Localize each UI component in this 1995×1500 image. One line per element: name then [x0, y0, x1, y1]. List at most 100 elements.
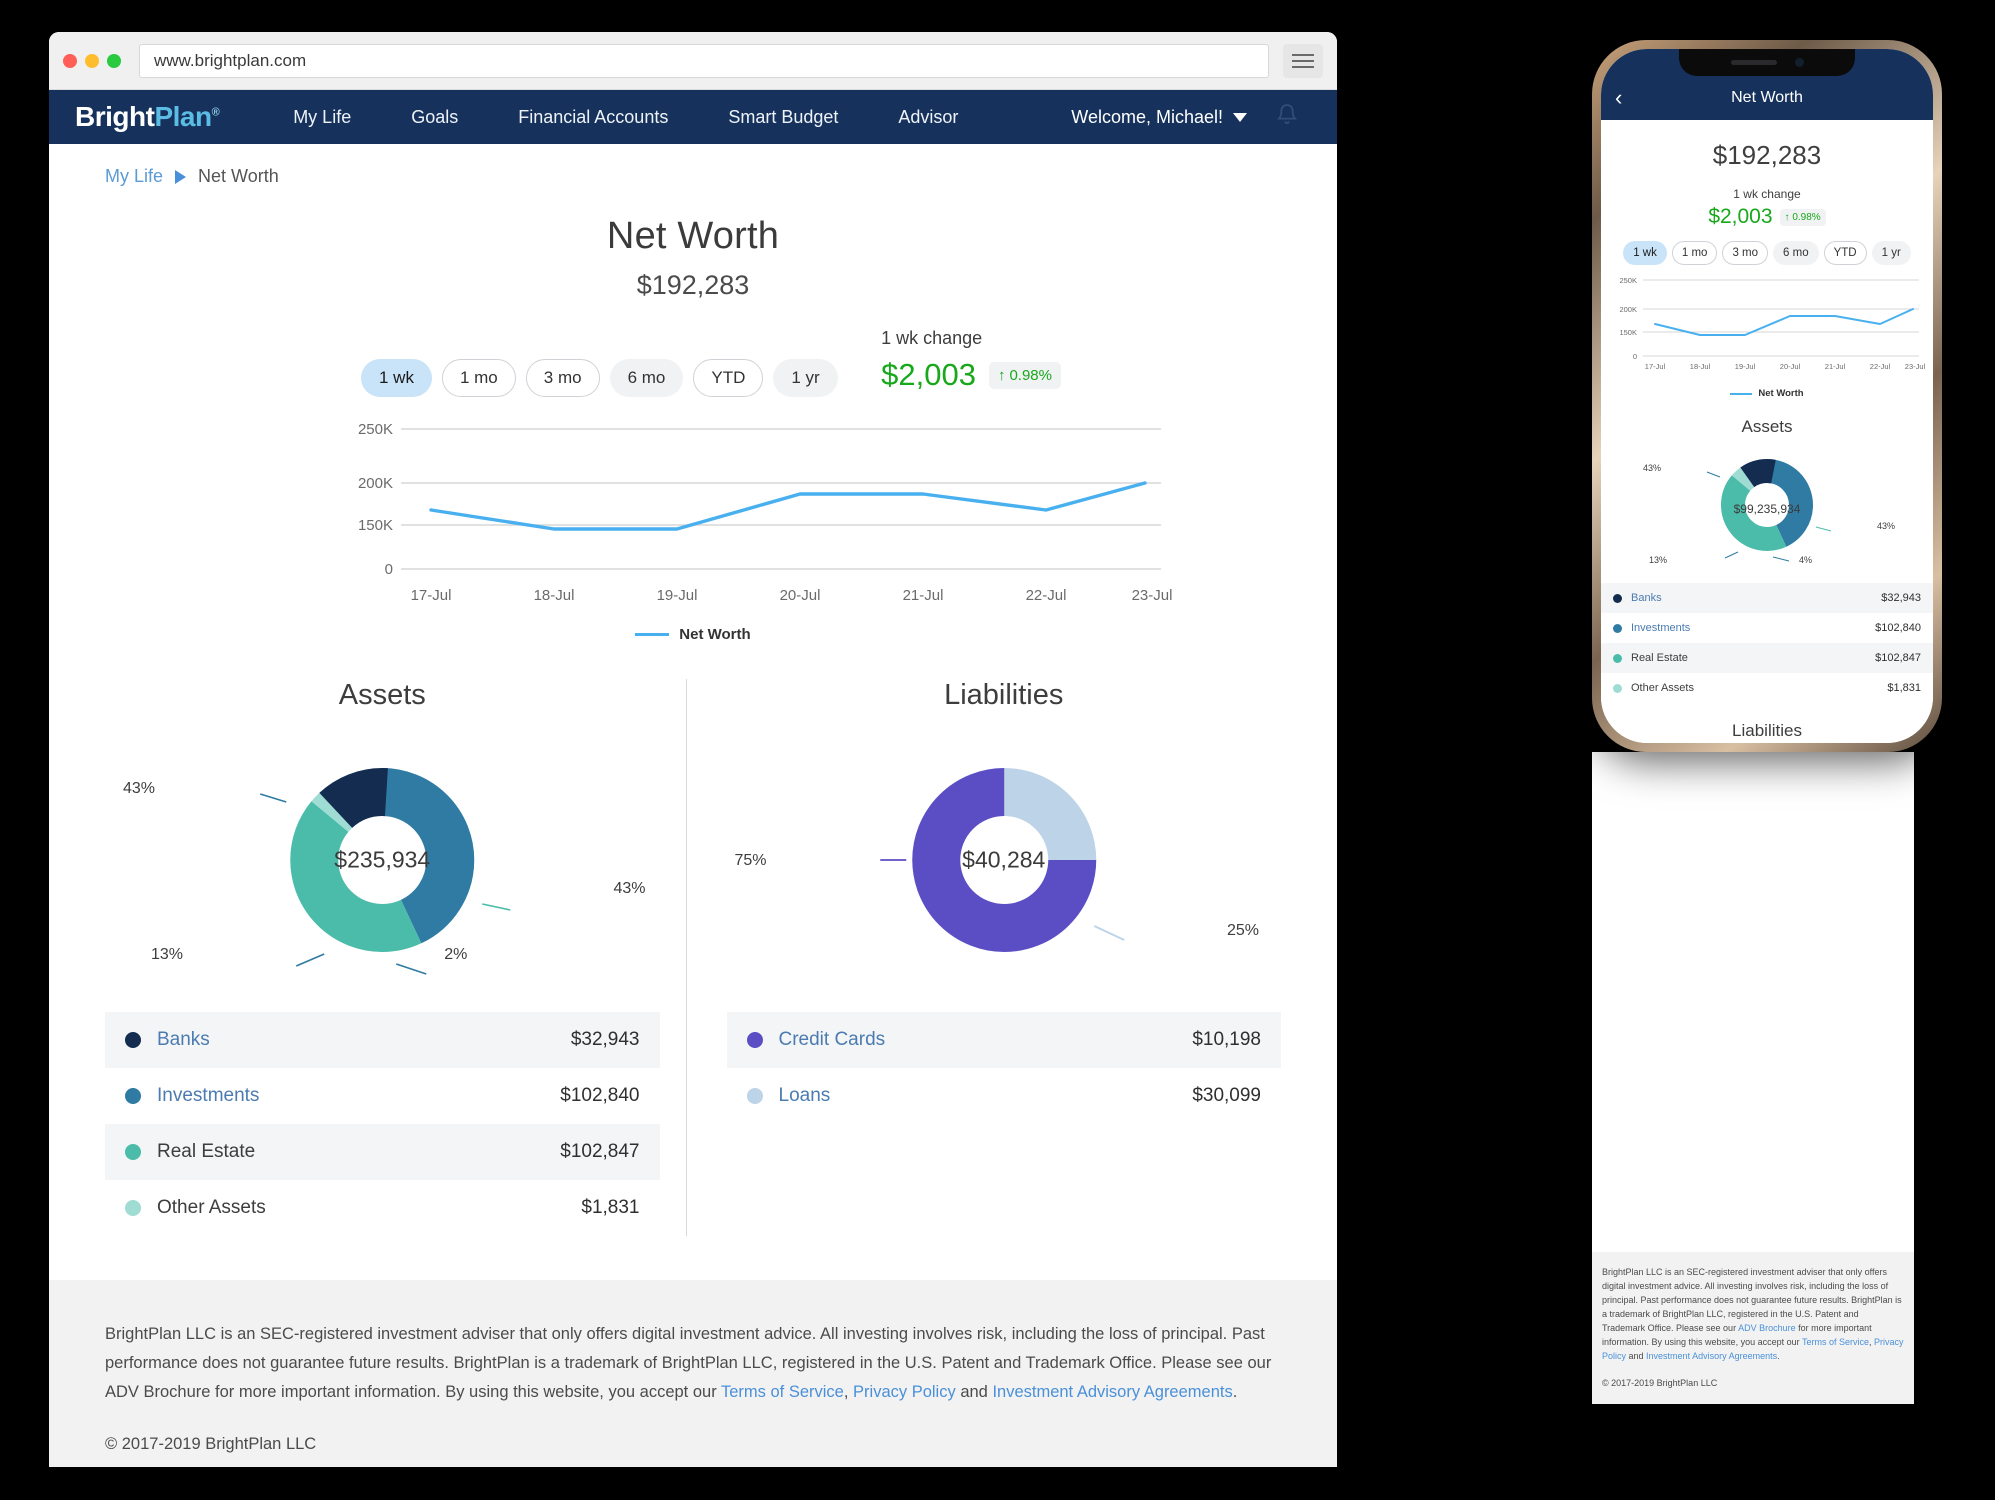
assets-leader-investments	[260, 793, 287, 803]
footer-comma: ,	[843, 1382, 854, 1401]
ytick-200k: 200K	[358, 475, 393, 492]
liabilities-title: Liabilities	[944, 679, 1064, 711]
xtick-22-jul: 22-Jul	[1026, 587, 1067, 604]
nav-item-goals[interactable]: Goals	[381, 107, 488, 128]
m-footer-link-investment-advisory[interactable]: Investment Advisory Agreements	[1646, 1351, 1777, 1361]
table-row[interactable]: Banks $32,943	[105, 1012, 660, 1068]
window-traffic-lights	[63, 53, 121, 68]
list-item[interactable]: Real Estate $102,847	[1601, 643, 1933, 673]
nav-item-my-life[interactable]: My Life	[263, 107, 381, 128]
mobile-assets-pct-banks: 13%	[1649, 555, 1668, 565]
page-footer: BrightPlan LLC is an SEC-registered inve…	[49, 1280, 1337, 1467]
nav-item-advisor[interactable]: Advisor	[868, 107, 988, 128]
mobile-footer: BrightPlan LLC is an SEC-registered inve…	[1592, 1252, 1914, 1404]
m-xtick-20-jul: 20-Jul	[1780, 362, 1801, 371]
logo-registered-mark: ®	[211, 106, 220, 119]
chart-legend: Net Worth	[49, 626, 1337, 643]
assets-donut-holder: $235,934 43% 43% 13% 2%	[105, 730, 660, 990]
address-bar[interactable]: www.brightplan.com	[139, 43, 1269, 78]
hamburger-menu-icon[interactable]	[1283, 43, 1323, 78]
range-selector-row: 1 wk 1 mo 3 mo 6 mo YTD 1 yr 1 wk change…	[49, 301, 1337, 397]
breadcrumb-net-worth: Net Worth	[198, 166, 279, 186]
m-legend-dot-investments	[1613, 623, 1622, 633]
mobile-assets-pct-other: 4%	[1799, 555, 1813, 565]
assets-pct-real-estate: 43%	[613, 880, 646, 897]
mobile-range-option-3mo[interactable]: 3 mo	[1722, 241, 1769, 265]
ytick-150k: 150K	[358, 517, 393, 534]
m-legend-dot-real-estate	[1613, 653, 1622, 663]
minimize-window-button[interactable]	[85, 53, 99, 68]
m-legend-label-investments[interactable]: Investments	[1631, 622, 1690, 634]
range-option-1mo[interactable]: 1 mo	[441, 359, 516, 397]
assets-title: Assets	[338, 679, 426, 711]
table-row[interactable]: Investments $102,840	[105, 1068, 660, 1124]
change-percent: 0.98%	[1009, 366, 1052, 384]
table-row[interactable]: Other Assets $1,831	[105, 1180, 660, 1236]
m-footer-link-adv-brochure[interactable]: ADV Brochure	[1738, 1323, 1796, 1333]
range-option-3mo[interactable]: 3 mo	[525, 359, 600, 397]
m-assets-leader-investments	[1706, 471, 1721, 478]
legend-amount-investments: $102,840	[560, 1085, 640, 1106]
liabilities-pct-loans: 25%	[1226, 922, 1259, 939]
net-worth-total: $192,283	[636, 270, 750, 300]
bell-icon[interactable]	[1275, 102, 1299, 133]
legend-dot-real-estate	[125, 1144, 141, 1160]
legend-label-credit-cards[interactable]: Credit Cards	[779, 1029, 886, 1051]
footer-and: and	[955, 1382, 993, 1401]
user-menu[interactable]: Welcome, Michael!	[1071, 107, 1247, 128]
list-item[interactable]: Investments $102,840	[1601, 613, 1933, 643]
back-chevron-icon[interactable]: ‹	[1615, 87, 1622, 109]
mobile-range-option-ytd[interactable]: YTD	[1823, 241, 1867, 265]
table-row[interactable]: Credit Cards $10,198	[726, 1012, 1281, 1068]
mobile-assets-pct-investments: 43%	[1643, 463, 1662, 473]
close-window-button[interactable]	[63, 53, 77, 68]
list-item[interactable]: Other Assets $1,831	[1601, 673, 1933, 703]
nav-item-smart-budget[interactable]: Smart Budget	[698, 107, 868, 128]
mobile-body[interactable]: $192,283 1 wk change $2,003 ↑ 0.98% 1 wk…	[1601, 120, 1933, 743]
logo-text-bright: Bright	[75, 101, 155, 132]
legend-amount-loans: $30,099	[1192, 1085, 1261, 1106]
table-row[interactable]: Real Estate $102,847	[105, 1124, 660, 1180]
m-legend-label-other-assets: Other Assets	[1631, 682, 1694, 694]
assets-pct-banks: 13%	[151, 946, 184, 963]
range-option-6mo[interactable]: 6 mo	[609, 359, 684, 397]
table-row[interactable]: Loans $30,099	[727, 1068, 1282, 1124]
nav-item-financial-accounts[interactable]: Financial Accounts	[488, 107, 698, 128]
footer-link-investment-advisory[interactable]: Investment Advisory Agreements	[992, 1383, 1232, 1401]
mobile-range-option-1wk[interactable]: 1 wk	[1623, 241, 1667, 265]
assets-panel: Assets $235,934 43% 43% 13% 2% Banks $32…	[105, 679, 686, 1236]
mobile-range-option-1mo[interactable]: 1 mo	[1671, 241, 1718, 265]
welcome-label: Welcome, Michael!	[1071, 106, 1223, 127]
range-option-1wk[interactable]: 1 wk	[361, 359, 432, 397]
legend-label-investments[interactable]: Investments	[157, 1085, 259, 1107]
m-legend-label-banks[interactable]: Banks	[1631, 592, 1662, 604]
phone-front-camera-icon	[1794, 58, 1804, 67]
range-option-ytd[interactable]: YTD	[693, 359, 764, 397]
mobile-range-option-6mo[interactable]: 6 mo	[1773, 241, 1819, 265]
legend-amount-credit-cards: $10,198	[1192, 1029, 1261, 1050]
mobile-net-worth-total: $192,283	[1712, 140, 1822, 170]
m-series-net-worth	[1654, 308, 1914, 336]
breadcrumb-my-life[interactable]: My Life	[105, 166, 163, 187]
nav-right-group: Welcome, Michael!	[1071, 102, 1311, 133]
footer-link-privacy-policy[interactable]: Privacy Policy	[853, 1383, 956, 1401]
legend-label-other-assets: Other Assets	[157, 1197, 266, 1218]
maximize-window-button[interactable]	[107, 53, 121, 68]
legend-label-loans[interactable]: Loans	[779, 1085, 831, 1107]
brightplan-logo[interactable]: BrightPlan®	[75, 101, 220, 133]
m-assets-leader-banks	[1724, 551, 1739, 559]
footer-copyright: © 2017-2019 BrightPlan LLC	[105, 1434, 317, 1453]
xtick-21-jul: 21-Jul	[903, 587, 944, 604]
mobile-footer-disclaimer: BrightPlan LLC is an SEC-registered inve…	[1602, 1266, 1904, 1364]
footer-link-terms-of-service[interactable]: Terms of Service	[721, 1383, 844, 1401]
legend-label-banks[interactable]: Banks	[157, 1029, 210, 1051]
assets-leader-other	[395, 963, 427, 975]
range-option-1yr[interactable]: 1 yr	[773, 359, 838, 397]
list-item[interactable]: Banks $32,943	[1601, 583, 1933, 613]
m-xtick-18-jul: 18-Jul	[1690, 362, 1711, 371]
m-footer-and: and	[1626, 1350, 1647, 1361]
mobile-range-option-1yr[interactable]: 1 yr	[1871, 241, 1911, 265]
m-xtick-23-jul: 23-Jul	[1905, 362, 1926, 371]
liabilities-legend-table: Credit Cards $10,198 Loans $30,099	[726, 1012, 1282, 1124]
m-footer-link-terms-of-service[interactable]: Terms of Service	[1802, 1337, 1869, 1347]
